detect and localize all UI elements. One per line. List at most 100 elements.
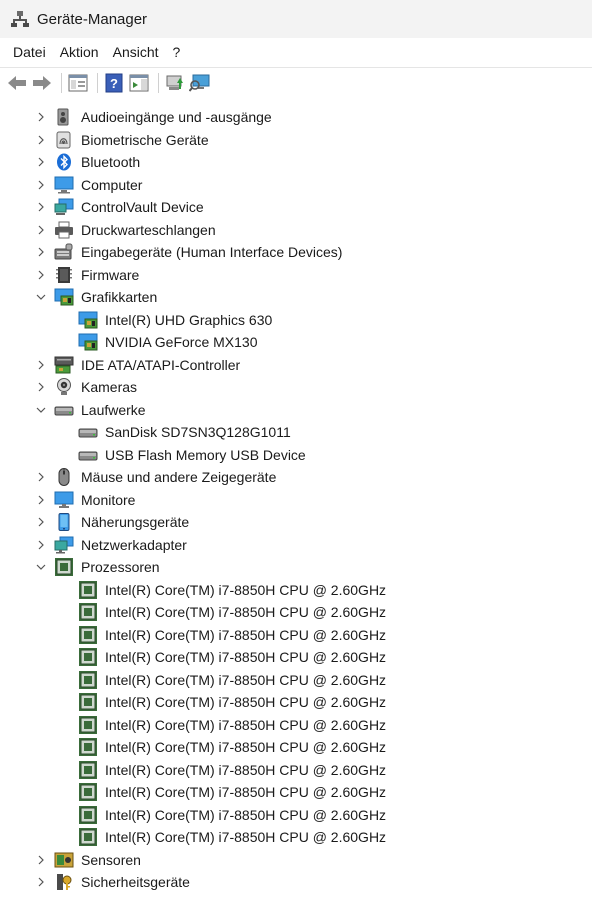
tree-category[interactable]: Firmware [0, 264, 590, 286]
chevron-right-icon[interactable] [35, 876, 47, 888]
properties-pane-icon[interactable] [67, 72, 89, 94]
window-title: Geräte-Manager [37, 10, 148, 28]
menu-aktion[interactable]: Aktion [53, 38, 106, 67]
tree-item-label: Intel(R) Core(TM) i7-8850H CPU @ 2.60GHz [105, 806, 387, 823]
update-driver-icon[interactable] [164, 72, 186, 94]
tree-category[interactable]: Kameras [0, 376, 590, 398]
computer-icon [54, 176, 74, 194]
action-pane-icon[interactable] [128, 72, 150, 94]
chevron-right-icon[interactable] [35, 111, 47, 123]
tree-category[interactable]: Netzwerkadapter [0, 534, 590, 556]
processor-icon [78, 738, 98, 756]
chevron-right-icon[interactable] [35, 246, 47, 258]
tree-device[interactable]: Intel(R) Core(TM) i7-8850H CPU @ 2.60GHz [0, 759, 590, 781]
tree-device[interactable]: Intel(R) Core(TM) i7-8850H CPU @ 2.60GHz [0, 669, 590, 691]
chevron-right-icon[interactable] [35, 854, 47, 866]
tree-item-label: Prozessoren [81, 559, 160, 575]
tree-device[interactable]: Intel(R) UHD Graphics 630 [0, 309, 590, 331]
tree-category[interactable]: ControlVault Device [0, 196, 590, 218]
tree-item-label: Eingabegeräte (Human Interface Devices) [81, 244, 343, 260]
tree-category[interactable]: Näherungsgeräte [0, 511, 590, 533]
tree-device[interactable]: NVIDIA GeForce MX130 [0, 331, 590, 353]
speaker-icon [54, 108, 74, 126]
fingerprint-icon [54, 131, 74, 149]
chevron-right-icon[interactable] [35, 156, 47, 168]
forward-icon[interactable] [31, 72, 53, 94]
tree-category[interactable]: Eingabegeräte (Human Interface Devices) [0, 241, 590, 263]
tree-category[interactable]: Audioeingänge und -ausgänge [0, 106, 590, 128]
bluetooth-icon [54, 153, 74, 171]
display-adapter-icon [54, 288, 74, 306]
menu-bar: Datei Aktion Ansicht ? [0, 38, 592, 67]
chevron-down-icon[interactable] [35, 404, 47, 416]
scan-hardware-icon[interactable] [189, 72, 211, 94]
tree-device[interactable]: USB Flash Memory USB Device [0, 444, 590, 466]
tree-item-label: Näherungsgeräte [81, 514, 190, 530]
chevron-down-icon[interactable] [35, 561, 47, 573]
chevron-right-icon[interactable] [35, 134, 47, 146]
chevron-right-icon[interactable] [35, 471, 47, 483]
tree-device[interactable]: Intel(R) Core(TM) i7-8850H CPU @ 2.60GHz [0, 624, 590, 646]
toolbar-separator [97, 73, 98, 93]
processor-icon [54, 558, 74, 576]
tree-item-label: Netzwerkadapter [81, 536, 187, 553]
tree-category[interactable]: Sicherheitsgeräte [0, 871, 590, 893]
tree-device[interactable]: Intel(R) Core(TM) i7-8850H CPU @ 2.60GHz [0, 691, 590, 713]
chevron-down-icon[interactable] [35, 291, 47, 303]
chevron-right-icon[interactable] [35, 494, 47, 506]
chevron-right-icon[interactable] [35, 381, 47, 393]
tree-item-label: Intel(R) UHD Graphics 630 [105, 311, 273, 328]
tree-category[interactable]: Monitore [0, 489, 590, 511]
processor-icon [78, 828, 98, 846]
tree-item-label: Kameras [81, 379, 138, 395]
tree-device[interactable]: SanDisk SD7SN3Q128G1011 [0, 421, 590, 443]
tree-category[interactable]: Bluetooth [0, 151, 590, 173]
device-tree[interactable]: Audioeingänge und -ausgänge Biometrische … [0, 98, 592, 898]
tree-device[interactable]: Intel(R) Core(TM) i7-8850H CPU @ 2.60GHz [0, 601, 590, 623]
network-device-icon [54, 198, 74, 216]
tree-item-label: ControlVault Device [81, 199, 204, 215]
tree-category[interactable]: IDE ATA/ATAPI-Controller [0, 354, 590, 376]
tree-device[interactable]: Intel(R) Core(TM) i7-8850H CPU @ 2.60GHz [0, 579, 590, 601]
menu-ansicht[interactable]: Ansicht [106, 38, 166, 67]
tree-category[interactable]: Prozessoren [0, 556, 590, 578]
tree-item-label: Biometrische Geräte [81, 131, 209, 148]
tree-item-label: Sensoren [81, 851, 141, 868]
tree-item-label: Intel(R) Core(TM) i7-8850H CPU @ 2.60GHz [105, 761, 387, 778]
tree-device[interactable]: Intel(R) Core(TM) i7-8850H CPU @ 2.60GHz [0, 804, 590, 826]
tree-category[interactable]: Computer [0, 174, 590, 196]
chevron-right-icon[interactable] [35, 269, 47, 281]
toolbar-separator [61, 73, 62, 93]
tree-device[interactable]: Intel(R) Core(TM) i7-8850H CPU @ 2.60GHz [0, 714, 590, 736]
network-adapter-icon [54, 536, 74, 554]
chevron-right-icon[interactable] [35, 539, 47, 551]
tree-device[interactable]: Intel(R) Core(TM) i7-8850H CPU @ 2.60GHz [0, 826, 590, 848]
back-icon[interactable] [6, 72, 28, 94]
menu-datei[interactable]: Datei [6, 38, 53, 67]
tree-item-label: Intel(R) Core(TM) i7-8850H CPU @ 2.60GHz [105, 581, 387, 598]
help-icon[interactable]: ? [103, 72, 125, 94]
toolbar: ? [0, 67, 592, 99]
chevron-right-icon[interactable] [35, 359, 47, 371]
tree-category[interactable]: Laufwerke [0, 399, 590, 421]
tree-category[interactable]: Sensoren [0, 849, 590, 871]
monitor-icon [54, 491, 74, 509]
tree-category[interactable]: Biometrische Geräte [0, 129, 590, 151]
tree-device[interactable]: Intel(R) Core(TM) i7-8850H CPU @ 2.60GHz [0, 781, 590, 803]
tree-item-label: Intel(R) Core(TM) i7-8850H CPU @ 2.60GHz [105, 671, 387, 688]
tree-device[interactable]: Intel(R) Core(TM) i7-8850H CPU @ 2.60GHz [0, 646, 590, 668]
tree-category[interactable]: Druckwarteschlangen [0, 219, 590, 241]
tree-device[interactable]: Intel(R) Core(TM) i7-8850H CPU @ 2.60GHz [0, 736, 590, 758]
chevron-right-icon[interactable] [35, 224, 47, 236]
tree-item-label: Druckwarteschlangen [81, 221, 216, 238]
disk-drive-icon [78, 423, 98, 441]
security-device-icon [54, 873, 74, 891]
tree-item-label: Intel(R) Core(TM) i7-8850H CPU @ 2.60GHz [105, 649, 387, 665]
tree-item-label: Mäuse und andere Zeigegeräte [81, 469, 277, 485]
menu-help[interactable]: ? [166, 38, 188, 67]
chevron-right-icon[interactable] [35, 179, 47, 191]
tree-category[interactable]: Grafikkarten [0, 286, 590, 308]
tree-category[interactable]: Mäuse und andere Zeigegeräte [0, 466, 590, 488]
chevron-right-icon[interactable] [35, 201, 47, 213]
chevron-right-icon[interactable] [35, 516, 47, 528]
